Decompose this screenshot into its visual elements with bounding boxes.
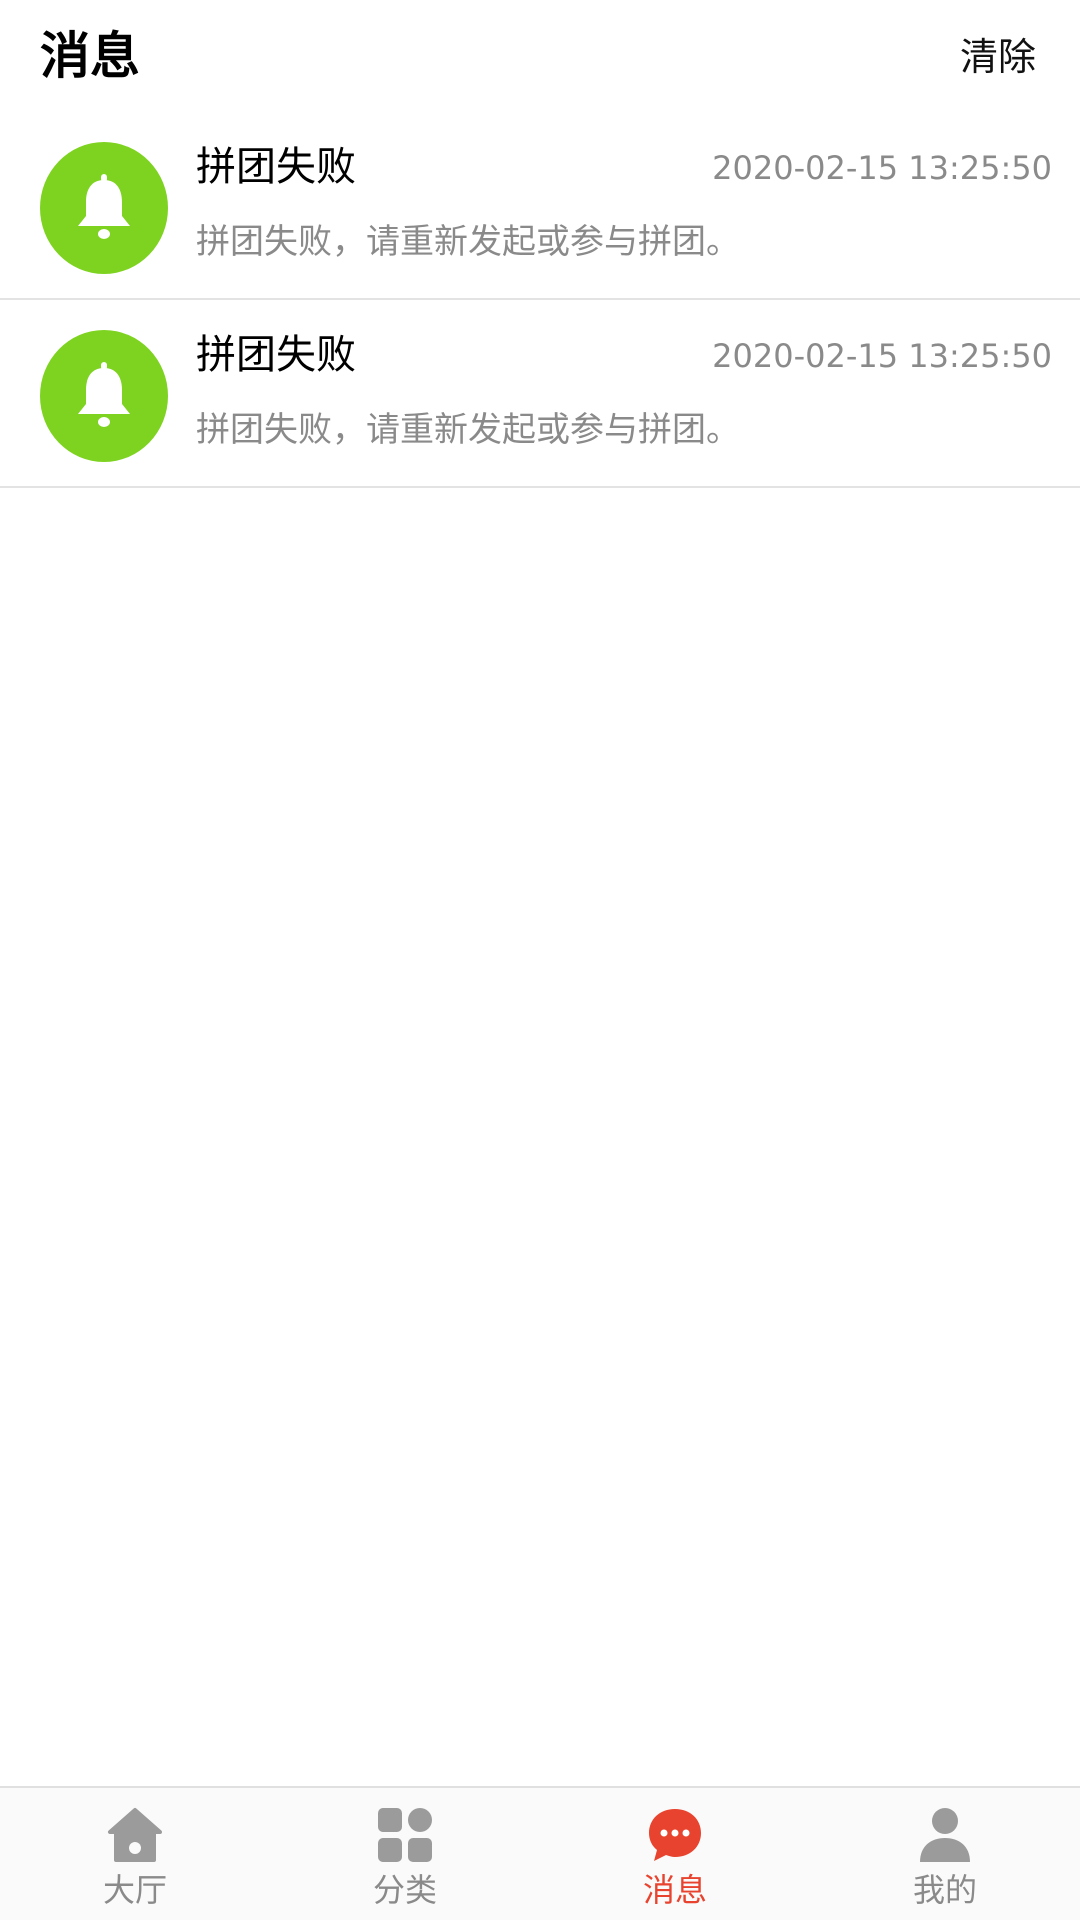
message-avatar: [40, 142, 168, 274]
tab-category[interactable]: 分类: [270, 1788, 540, 1920]
tab-label: 消息: [642, 1871, 707, 1909]
message-body: 拼团失败，请重新发起或参与拼团。: [196, 222, 740, 262]
bell-icon: [78, 174, 130, 239]
message-title: 拼团失败: [196, 144, 356, 190]
bell-icon: [78, 362, 130, 427]
message-avatar: [40, 330, 168, 462]
message-title: 拼团失败: [196, 332, 356, 378]
tab-label: 我的: [912, 1871, 977, 1909]
home-icon: [106, 1806, 164, 1864]
tab-label: 大厅: [102, 1871, 167, 1909]
tab-label: 分类: [372, 1871, 437, 1909]
message-item[interactable]: 拼团失败 2020-02-15 13:25:50 拼团失败，请重新发起或参与拼团…: [0, 112, 1080, 300]
message-item[interactable]: 拼团失败 2020-02-15 13:25:50 拼团失败，请重新发起或参与拼团…: [0, 300, 1080, 488]
message-time: 2020-02-15 13:25:50: [712, 149, 1052, 187]
tab-profile[interactable]: 我的: [810, 1788, 1080, 1920]
chat-bubble-icon: [646, 1806, 704, 1864]
header: 消息 清除: [0, 0, 1080, 112]
message-body: 拼团失败，请重新发起或参与拼团。: [196, 410, 740, 450]
tab-home[interactable]: 大厅: [0, 1788, 270, 1920]
message-time: 2020-02-15 13:25:50: [712, 337, 1052, 375]
page-title: 消息: [40, 27, 140, 85]
grid-icon: [376, 1806, 434, 1864]
clear-button[interactable]: 清除: [960, 30, 1036, 84]
tab-bar: 大厅 分类 消息 我的: [0, 1786, 1080, 1920]
message-list: 拼团失败 2020-02-15 13:25:50 拼团失败，请重新发起或参与拼团…: [0, 112, 1080, 488]
tab-messages[interactable]: 消息: [540, 1788, 810, 1920]
person-icon: [916, 1806, 974, 1864]
